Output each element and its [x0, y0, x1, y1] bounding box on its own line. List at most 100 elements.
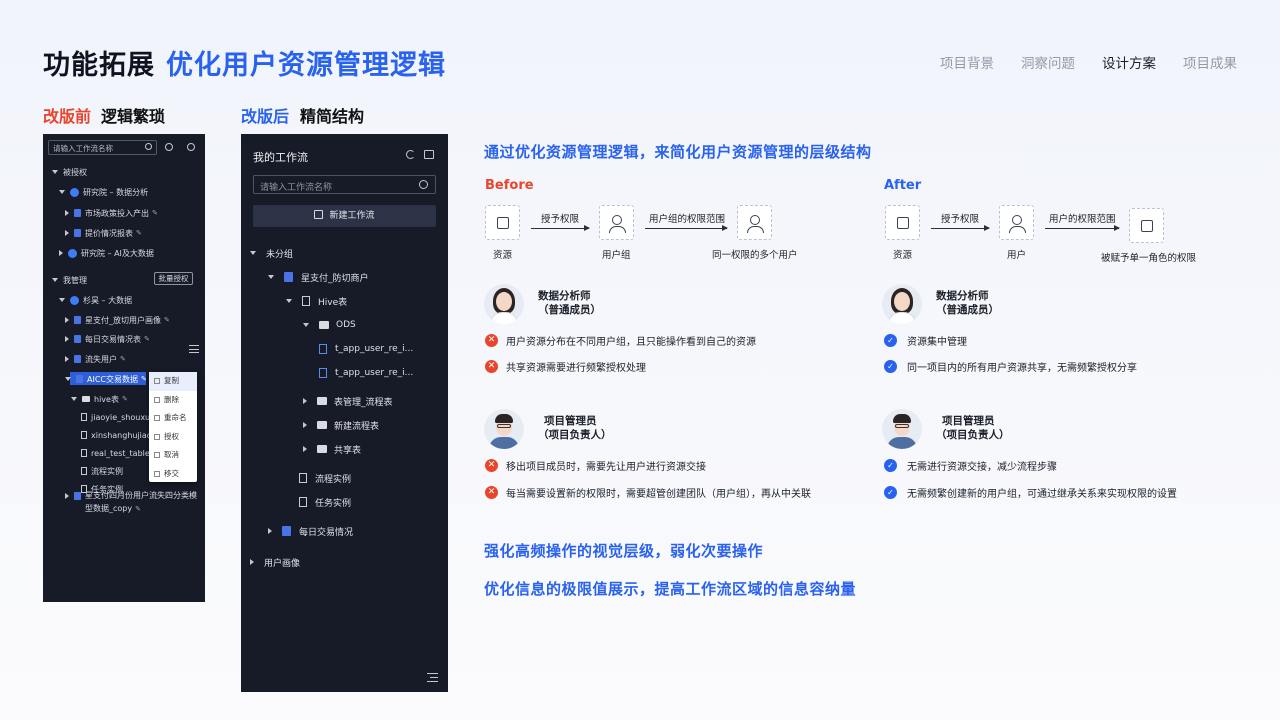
tree-item[interactable]: Hive表	[286, 293, 347, 309]
benefit-point: ✓ 无需进行资源交接，减少流程步骤	[884, 458, 1057, 473]
check-icon: ✓	[884, 459, 897, 472]
tree-item[interactable]: 流程实例	[81, 464, 123, 478]
workflow-icon	[76, 375, 83, 383]
tree-item-selected[interactable]: AICC交易数据 ✎	[65, 372, 147, 386]
search-icon	[419, 180, 428, 189]
tree-item[interactable]: 星支付_放切用户画像 ✎	[65, 313, 170, 327]
collapse-icon[interactable]	[427, 673, 438, 682]
tree-item[interactable]: 任务实例	[299, 494, 351, 510]
tree-item[interactable]: 共享表	[303, 441, 361, 457]
arrow-label: 授予权限	[941, 214, 980, 225]
problem-point: ✕ 用户资源分布在不同用户组，且只能操作看到自己的资源	[485, 333, 756, 348]
workflow-icon	[284, 272, 293, 282]
refresh-icon[interactable]	[406, 150, 415, 159]
role-icon	[1141, 220, 1153, 232]
table-icon	[81, 449, 87, 457]
tree-item[interactable]: 新建流程表	[303, 417, 379, 433]
tree-item[interactable]: 提价情况报表 ✎	[65, 226, 142, 240]
menu-item-cancel[interactable]: 取消	[149, 446, 197, 465]
role-title: 数据分析师 （普通成员）	[936, 290, 999, 316]
menu-item-transfer[interactable]: 移交	[149, 465, 197, 484]
resource-icon	[497, 217, 509, 229]
refresh-icon[interactable]	[165, 143, 173, 151]
node-label: 用户组	[602, 250, 631, 261]
role-title: 项目管理员 （项目负责人）	[538, 415, 612, 441]
node-label: 资源	[893, 250, 913, 261]
tree-item[interactable]: xinshanghujiaoyi	[81, 428, 159, 442]
tree-group-mine[interactable]: 我管理	[52, 273, 87, 287]
summary-line: 优化信息的极限值展示，提高工作流区域的信息容纳量	[484, 580, 857, 598]
tree-group[interactable]: 用户画像	[250, 554, 300, 570]
tree-item[interactable]: t_app_user_re_i...	[319, 365, 413, 381]
menu-item-copy[interactable]: 复制	[149, 372, 197, 391]
analyst-avatar	[484, 284, 524, 324]
add-icon[interactable]	[187, 143, 195, 151]
new-search-input[interactable]: 请输入工作流名称	[253, 175, 436, 194]
before-tag: 改版前	[43, 107, 92, 126]
close-icon: ✕	[485, 486, 498, 499]
page-subtitle: 优化用户资源管理逻辑	[166, 50, 446, 81]
workflow-icon	[74, 355, 81, 363]
nav-item-design[interactable]: 设计方案	[1102, 52, 1156, 72]
node-label: 资源	[493, 250, 513, 261]
arrow	[645, 225, 728, 231]
top-nav: 项目背景 洞察问题 设计方案 项目成果	[940, 52, 1237, 72]
problem-point: ✕ 每当需要设置新的权限时，需要超管创建团队（用户组），再从中关联	[485, 485, 811, 500]
menu-item-rename[interactable]: 重命名	[149, 409, 197, 428]
tree-item[interactable]: ODS	[303, 317, 356, 333]
table-icon	[319, 344, 327, 354]
tree-item[interactable]: 杉昊 – 大数据	[59, 293, 132, 307]
delete-icon	[154, 396, 160, 403]
tree-item[interactable]: 星支付_防切商户	[268, 269, 369, 285]
multi-user-node	[737, 205, 772, 240]
problem-point: ✕ 移出项目成员时，需要先让用户进行资源交接	[485, 458, 706, 473]
old-workflow-panel: 请输入工作流名称 被授权 研究院 – 数据分析 市场政策投入产出 ✎ 提价情况报表…	[43, 134, 205, 602]
old-search-input[interactable]: 请输入工作流名称	[48, 140, 157, 155]
nav-item-result[interactable]: 项目成果	[1183, 52, 1237, 72]
tree-item[interactable]: hive表 ✎	[71, 392, 128, 406]
arrow	[1045, 225, 1120, 231]
new-workflow-panel: 我的工作流 请输入工作流名称 新建工作流 未分组 星支付_防切商户 Hive表 …	[241, 134, 448, 692]
tree-group-authorized[interactable]: 被授权	[52, 165, 87, 179]
tree-item[interactable]: 研究院 – AI及大数据	[59, 246, 154, 260]
new-workflow-button[interactable]: 新建工作流	[253, 205, 436, 227]
tree-group-ungrouped[interactable]: 未分组	[250, 245, 293, 261]
before-label: Before	[485, 178, 534, 193]
node-label: 同一权限的多个用户	[712, 250, 798, 261]
tree-item[interactable]: t_app_user_re_i...	[319, 341, 413, 357]
manager-avatar	[484, 409, 524, 449]
multi-user-icon	[747, 215, 764, 233]
new-folder-icon[interactable]	[424, 150, 434, 159]
tree-item[interactable]: 流失用户 ✎	[65, 352, 126, 366]
nav-item-insight[interactable]: 洞察问题	[1021, 52, 1075, 72]
folder-icon	[82, 396, 90, 402]
resource-node	[485, 205, 520, 240]
headline: 通过优化资源管理逻辑，来简化用户资源管理的层级结构	[484, 143, 872, 161]
workflow-icon	[74, 491, 81, 500]
copy-icon	[154, 378, 160, 385]
folder-icon	[317, 421, 327, 429]
tree-item[interactable]: 每日交易情况表 ✎	[65, 332, 150, 346]
tree-item[interactable]: 流程实例	[299, 470, 351, 486]
tree-item[interactable]: 研究院 – 数据分析	[59, 185, 148, 199]
node-label: 被赋予单一角色的权限	[1101, 253, 1197, 264]
menu-item-delete[interactable]: 删除	[149, 391, 197, 410]
arrow-label: 用户的权限范围	[1049, 214, 1116, 225]
batch-authorize-button[interactable]: 批量授权	[154, 272, 193, 285]
role-title: 数据分析师 （普通成员）	[538, 290, 601, 316]
tree-item[interactable]: 星支付四月份用户流失四分类模 型数据_copy ✎	[65, 490, 197, 514]
tree-item[interactable]: 市场政策投入产出 ✎	[65, 206, 158, 220]
resource-icon	[897, 217, 909, 229]
user-icon	[1009, 215, 1026, 233]
panel-title: 我的工作流	[253, 151, 308, 164]
rename-icon	[154, 415, 160, 422]
tree-item[interactable]: 表管理_流程表	[303, 393, 393, 409]
nav-item-background[interactable]: 项目背景	[940, 52, 994, 72]
tree-item[interactable]: real_test_table_	[81, 446, 154, 460]
summary-line: 强化高频操作的视觉层级，弱化次要操作	[484, 542, 764, 560]
close-icon: ✕	[485, 459, 498, 472]
tree-item[interactable]: 每日交易情况	[268, 523, 353, 539]
role-node	[1129, 208, 1164, 243]
menu-item-authorize[interactable]: 授权	[149, 428, 197, 447]
collapse-icon[interactable]	[189, 345, 199, 353]
